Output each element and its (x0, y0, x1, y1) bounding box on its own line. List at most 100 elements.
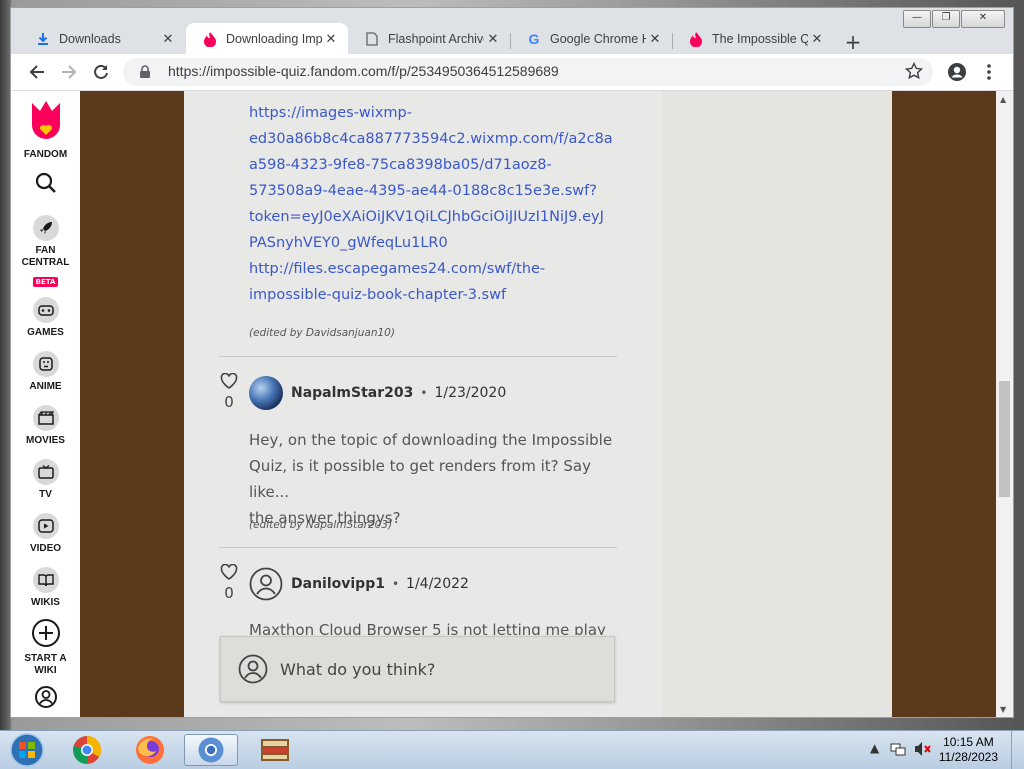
windows-taskbar: ▲ 10:15 AM 11/28/2023 (0, 730, 1024, 769)
scroll-up-arrow-icon[interactable]: ▲ (1000, 95, 1006, 104)
author-name[interactable]: Danilovipp1 (291, 576, 385, 592)
address-bar[interactable]: https://impossible-quiz.fandom.com/f/p/2… (123, 58, 933, 86)
back-button[interactable] (25, 60, 49, 84)
rocket-icon (32, 215, 59, 241)
post-link[interactable]: a598-4323-9fe8-75ca8398ba05/d71aoz8- (249, 152, 617, 178)
page-scrollbar[interactable]: ▲ ▼ (996, 91, 1013, 717)
forward-button[interactable] (57, 60, 81, 84)
close-icon[interactable]: ✕ (808, 31, 826, 47)
arrow-left-icon (29, 65, 44, 79)
rail-item-start-a-wiki[interactable]: START A WIKI (11, 618, 80, 677)
rail-item-anime[interactable]: ANIME (11, 351, 80, 393)
close-icon[interactable]: ✕ (646, 31, 664, 47)
avatar[interactable] (249, 376, 283, 410)
search-icon (35, 172, 56, 193)
browser-toolbar: https://impossible-quiz.fandom.com/f/p/2… (11, 54, 1013, 91)
close-icon[interactable]: ✕ (159, 31, 177, 47)
rail-item-video[interactable]: VIDEO (11, 513, 80, 555)
like-button[interactable]: 0 (219, 563, 239, 602)
scroll-down-arrow-icon[interactable]: ▼ (1000, 705, 1006, 714)
post-link[interactable]: 573508a9-4eae-4395-ae44-0188c8c15e3e.swf… (249, 178, 617, 204)
close-icon[interactable]: ✕ (322, 31, 340, 47)
post-edited-note: (edited by Davidsanjuan10) (249, 327, 395, 339)
rail-item-fan-central[interactable]: FAN CENTRAL BETA (11, 215, 80, 288)
fandom-logo[interactable]: FANDOM (11, 99, 80, 161)
menu-button[interactable] (977, 60, 1001, 84)
taskbar-chromium[interactable] (184, 734, 238, 766)
tab-the-impossible-quiz[interactable]: The Impossible Qu ✕ (672, 23, 834, 54)
default-avatar-icon[interactable] (249, 567, 283, 601)
rail-label: GAMES (27, 327, 64, 338)
taskbar-flashpoint[interactable] (248, 734, 302, 766)
download-icon (35, 31, 51, 47)
tab-downloading-impossible-quiz[interactable]: Downloading Imp ✕ (186, 23, 348, 54)
reload-button[interactable] (89, 60, 113, 84)
show-desktop-button[interactable] (1011, 731, 1024, 769)
rail-item-movies[interactable]: MOVIES (11, 405, 80, 447)
gamepad-icon (32, 297, 59, 323)
clock-date: 11/28/2023 (938, 750, 998, 764)
fandom-brand-label: FANDOM (23, 149, 68, 160)
rail-label: MOVIES (26, 435, 65, 446)
tab-flashpoint-archive[interactable]: Flashpoint Archive ✕ (348, 23, 510, 54)
reply-edited-note: (edited by NapalmStar203) (249, 519, 393, 531)
close-icon[interactable]: ✕ (484, 31, 502, 47)
scrollbar-thumb[interactable] (999, 381, 1010, 497)
chrome-icon (73, 736, 101, 764)
fandom-icon (202, 31, 218, 47)
post-link[interactable]: impossible-quiz-book-chapter-3.swf (249, 282, 617, 308)
reply-text: Maxthon Cloud Browser 5 is not letting m… (249, 617, 619, 635)
system-clock[interactable]: 10:15 AM 11/28/2023 (939, 735, 998, 765)
beta-badge: BETA (32, 277, 59, 287)
google-icon: G (528, 30, 540, 47)
rail-label: FAN CENTRAL (21, 245, 70, 268)
taskbar-firefox[interactable] (123, 734, 177, 766)
reply-input[interactable]: What do you think? (220, 636, 615, 702)
user-circle-icon (34, 686, 57, 708)
bookmark-star-icon[interactable] (904, 61, 924, 84)
tab-title: Flashpoint Archive (388, 31, 484, 46)
tab-title: The Impossible Qu (712, 31, 808, 46)
search-button[interactable] (11, 171, 80, 199)
arrow-right-icon (62, 65, 77, 79)
firefox-icon (136, 736, 164, 764)
profile-button[interactable] (945, 60, 969, 84)
rail-item-games[interactable]: GAMES (11, 297, 80, 339)
rail-item-tv[interactable]: TV (11, 459, 80, 501)
lock-icon[interactable] (139, 64, 151, 83)
rail-item-wikis[interactable]: WIKIS (11, 567, 80, 609)
reply-line: Quiz, is it possible to get renders from… (249, 457, 591, 501)
volume-muted-icon[interactable] (914, 741, 932, 760)
tab-downloads[interactable]: Downloads ✕ (19, 23, 185, 54)
show-hidden-icons-button[interactable]: ▲ (870, 741, 879, 755)
fandom-flame-icon (31, 101, 60, 139)
page-icon (364, 31, 380, 47)
post-link[interactable]: https://images-wixmp- (249, 100, 617, 126)
post-link[interactable]: PASnyhVEY0_gWfeqLu1LR0 (249, 230, 617, 256)
start-button[interactable] (0, 733, 54, 767)
post-link[interactable]: http://files.escapegames24.com/swf/the- (249, 256, 617, 282)
new-tab-button[interactable]: + (843, 32, 863, 52)
post-link[interactable]: ed30a86b8c4ca887773594c2.wixmp.com/f/a2c… (249, 126, 617, 152)
network-icon[interactable] (890, 741, 906, 760)
clock-time: 10:15 AM (943, 735, 994, 749)
kebab-menu-icon (987, 64, 991, 80)
reply-line: Hey, on the topic of downloading the Imp… (249, 431, 613, 449)
reply-text: Hey, on the topic of downloading the Imp… (249, 427, 619, 531)
rail-label: TV (39, 489, 52, 500)
reply-divider (219, 356, 617, 357)
plus-circle-icon (31, 619, 60, 647)
post-link[interactable]: token=eyJ0eXAiOiJKV1QiLCJhbGciOiJIUzI1Ni… (249, 204, 617, 230)
rail-label: ANIME (29, 381, 62, 392)
post-links: https://images-wixmp- ed30a86b8c4ca88777… (249, 100, 617, 308)
chromium-icon (198, 737, 224, 763)
author-name[interactable]: NapalmStar203 (291, 385, 413, 401)
like-count: 0 (224, 584, 234, 602)
taskbar-chrome[interactable] (60, 734, 114, 766)
like-button[interactable]: 0 (219, 372, 239, 411)
tab-google-chrome-help[interactable]: G Google Chrome H ✕ (510, 23, 672, 54)
heart-icon (220, 563, 238, 580)
fandom-icon (688, 31, 704, 47)
rail-account-button[interactable] (11, 685, 80, 713)
archive-app-icon (261, 739, 289, 761)
